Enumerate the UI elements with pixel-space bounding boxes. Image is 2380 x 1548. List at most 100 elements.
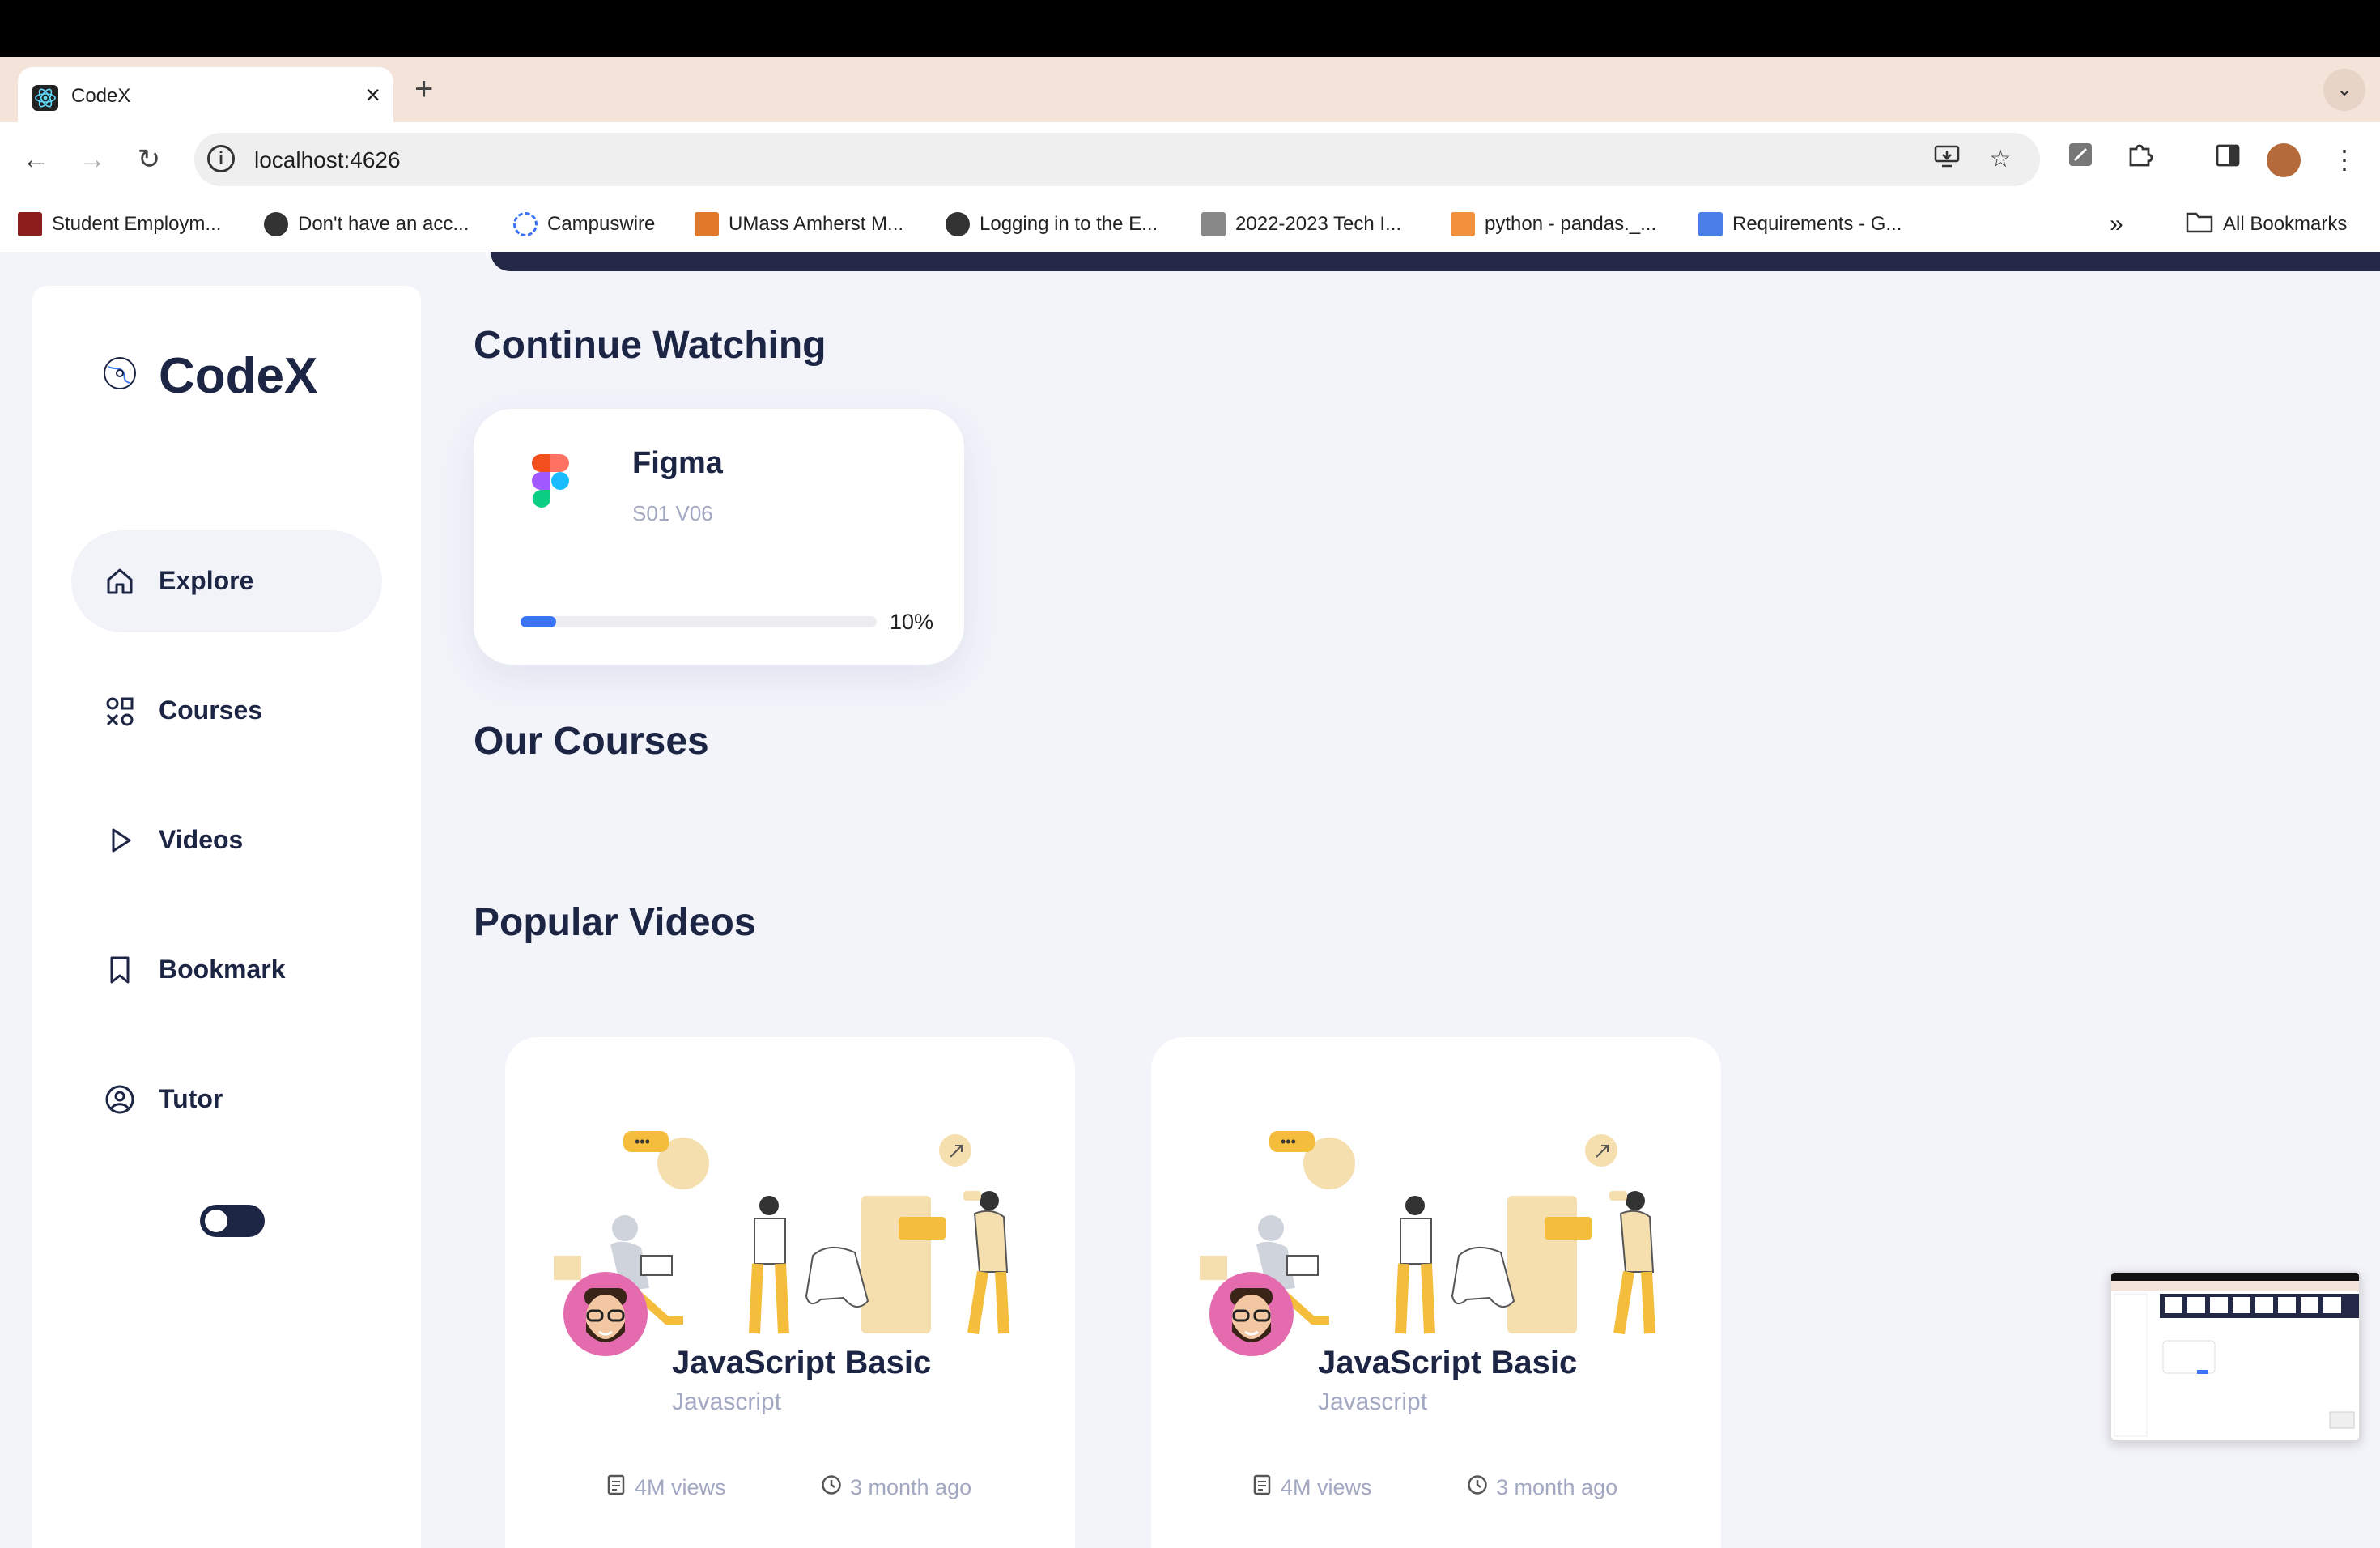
bookmark-label: Logging in to the E... [980,213,1158,235]
extension-pen-icon[interactable] [2059,138,2102,181]
page-content: CodeX Explore Courses Videos Bookmark Tu… [0,252,2380,1548]
bookmark-label: python - pandas._... [1485,213,1657,235]
bookmark-item[interactable]: Campuswire [513,210,655,239]
time-meta: 3 month ago [821,1474,971,1501]
globe-icon [946,212,970,236]
bookmark-label: Requirements - G... [1732,213,1902,235]
views-count: 4M views [635,1475,726,1499]
video-category: Javascript [1318,1389,1428,1415]
header-banner-edge [491,252,2380,271]
course-title: Figma [632,446,723,480]
sidebar-item-explore[interactable]: Explore [71,530,382,632]
progress-fill [521,616,556,627]
episode-label: S01 V06 [632,501,713,525]
sidebar-item-bookmark[interactable]: Bookmark [71,919,382,1021]
bookmark-item[interactable]: UMass Amherst M... [695,210,903,239]
screenshot-thumbnail[interactable] [2110,1271,2361,1441]
figma-logo-icon [532,454,569,514]
play-icon [104,824,136,857]
svg-text:•••: ••• [635,1133,650,1150]
avatar [1209,1272,1294,1356]
home-icon [104,565,136,598]
avatar [563,1272,648,1356]
time-meta: 3 month ago [1467,1474,1617,1501]
video-category: Javascript [672,1389,782,1415]
umass-icon [695,212,719,236]
address-bar[interactable]: i localhost:4626 ☆ [194,133,2040,186]
side-panel-icon[interactable] [2207,138,2249,181]
toggle-knob [205,1210,227,1232]
bookmark-label: Student Employm... [52,213,222,235]
views-count: 4M views [1281,1475,1372,1499]
user-circle-icon [104,1083,136,1116]
video-card[interactable]: ••• JavaScript Basic Javascript 4M views… [1151,1037,1721,1548]
tab-strip: CodeX × + ⌄ [0,57,2380,122]
upload-time: 3 month ago [1496,1475,1618,1499]
docs-icon [1698,212,1723,236]
video-card[interactable]: ••• JavaScript Basic Javascript 4M views… [505,1037,1075,1548]
video-title: JavaScript Basic [672,1345,932,1380]
star-icon[interactable]: ☆ [1983,142,2017,176]
profile-avatar[interactable] [2267,143,2301,177]
bookmark-item[interactable]: Don't have an acc... [264,210,469,239]
upload-time: 3 month ago [850,1475,972,1499]
clock-icon [1467,1474,1488,1501]
bookmark-label: 2022-2023 Tech I... [1235,213,1402,235]
brand-name: CodeX [159,348,318,404]
bookmark-item[interactable]: 2022-2023 Tech I... [1201,210,1401,239]
popular-videos-title: Popular Videos [474,901,756,944]
bookmarks-bar: Student Employm... Don't have an acc... … [0,198,2380,252]
bookmark-item[interactable]: python - pandas._... [1451,210,1656,239]
sidebar: CodeX Explore Courses Videos Bookmark Tu… [32,286,421,1548]
umass-m-icon [18,212,42,236]
theme-toggle[interactable] [200,1205,265,1237]
back-icon[interactable]: ← [13,137,58,182]
site-info-icon[interactable]: i [207,145,235,172]
document-icon [606,1474,627,1501]
all-bookmarks-button[interactable]: All Bookmarks [2186,210,2347,239]
bookmark-label: UMass Amherst M... [729,213,904,235]
progress-bar [521,616,877,627]
extensions-puzzle-icon[interactable] [2119,138,2161,181]
chart-icon [1201,212,1226,236]
campuswire-icon [513,212,538,236]
clock-icon [821,1474,842,1501]
new-tab-icon[interactable]: + [414,69,433,109]
url-text: localhost:4626 [254,147,401,172]
install-app-icon[interactable] [1930,142,1964,176]
sidebar-item-label: Videos [159,825,244,854]
globe-icon [264,212,288,236]
sidebar-item-label: Bookmark [159,955,286,984]
forward-icon[interactable]: → [70,137,115,182]
bookmark-item[interactable]: Logging in to the E... [946,210,1158,239]
sidebar-item-videos[interactable]: Videos [71,789,382,891]
views-meta: 4M views [1252,1474,1372,1501]
sidebar-item-label: Explore [159,566,254,595]
shapes-icon [104,695,136,727]
browser-menu-icon[interactable]: ⋮ [2323,138,2365,181]
continue-watching-card[interactable]: Figma S01 V06 10% [474,409,964,665]
views-meta: 4M views [606,1474,726,1501]
our-courses-title: Our Courses [474,720,709,763]
document-icon [1252,1474,1273,1501]
bookmark-label: Campuswire [547,213,656,235]
browser-toolbar: ← → ↻ i localhost:4626 ☆ ⋮ [0,122,2380,198]
tab-search-chevron-icon[interactable]: ⌄ [2323,69,2365,111]
reload-icon[interactable]: ↻ [126,137,172,182]
top-black-bar [0,0,2380,57]
bookmark-item[interactable]: Student Employm... [18,210,221,239]
sidebar-item-label: Tutor [159,1084,223,1113]
tab-close-icon[interactable]: × [365,79,380,111]
sidebar-item-label: Courses [159,695,263,725]
svg-text:•••: ••• [1281,1133,1296,1150]
tab-title: CodeX [71,85,131,107]
sidebar-item-courses[interactable]: Courses [71,660,382,762]
bookmark-icon [104,954,136,986]
more-bookmarks-icon[interactable]: » [2110,210,2123,239]
brand-logo-icon [102,355,138,391]
continue-watching-title: Continue Watching [474,324,827,367]
folder-icon [2186,211,2213,239]
browser-tab[interactable]: CodeX × [18,67,393,122]
bookmark-item[interactable]: Requirements - G... [1698,210,1902,239]
sidebar-item-tutor[interactable]: Tutor [71,1048,382,1150]
